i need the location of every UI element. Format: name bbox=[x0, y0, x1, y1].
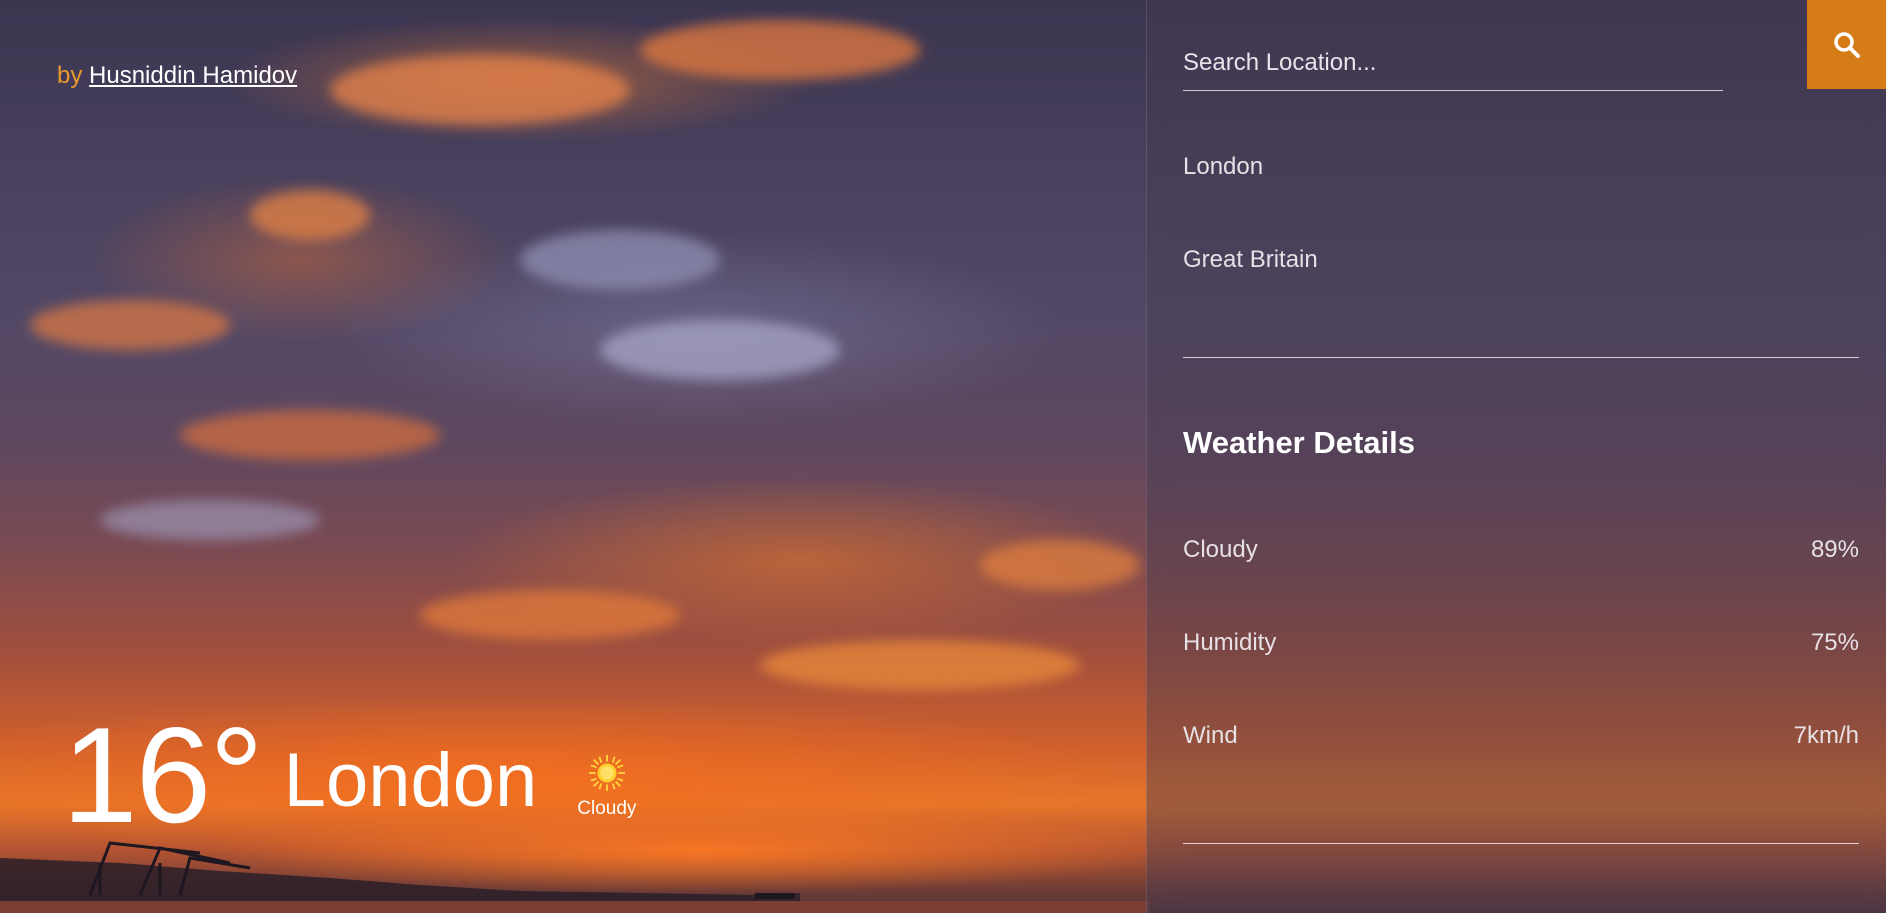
search-icon bbox=[1834, 31, 1860, 58]
detail-value: 75% bbox=[1810, 629, 1859, 656]
sky-cloud bbox=[100, 500, 320, 540]
weather-app: by Husniddin Hamidov 16° London Cloudy S… bbox=[0, 0, 1886, 913]
search-input[interactable] bbox=[1183, 38, 1723, 88]
search-row bbox=[1183, 38, 1723, 91]
current-weather: 16° London Cloudy bbox=[62, 699, 636, 851]
sky-cloud bbox=[600, 320, 840, 380]
divider bbox=[1183, 357, 1859, 358]
location-item-london[interactable]: London bbox=[1183, 145, 1859, 238]
detail-value: 7km/h bbox=[1793, 722, 1859, 749]
weather-details: Cloudy 89% Humidity 75% Wind 7km/h bbox=[1183, 528, 1859, 807]
sky-cloud bbox=[640, 20, 920, 80]
detail-label: Humidity bbox=[1183, 629, 1277, 656]
detail-label: Wind bbox=[1183, 722, 1238, 749]
sky-cloud bbox=[760, 640, 1080, 690]
current-condition: Cloudy bbox=[577, 754, 636, 820]
sky-cloud bbox=[250, 190, 370, 240]
location-item-great-britain[interactable]: Great Britain bbox=[1183, 238, 1859, 331]
sun-icon bbox=[588, 754, 625, 792]
detail-row-cloudy: Cloudy 89% bbox=[1183, 528, 1859, 621]
search-button[interactable] bbox=[1807, 0, 1886, 89]
current-temperature: 16° bbox=[62, 699, 264, 851]
sky-cloud bbox=[420, 590, 680, 640]
sky-cloud bbox=[980, 540, 1140, 590]
sky-cloud bbox=[520, 230, 720, 290]
current-city: London bbox=[283, 738, 538, 823]
side-panel: London Great Britain Weather Details Clo… bbox=[1146, 0, 1886, 913]
sky-cloud bbox=[330, 55, 630, 125]
attribution-prefix: by bbox=[57, 62, 83, 89]
detail-row-wind: Wind 7km/h bbox=[1183, 714, 1859, 807]
detail-value: 89% bbox=[1810, 536, 1859, 563]
detail-label: Cloudy bbox=[1183, 536, 1258, 563]
sky-cloud bbox=[180, 410, 440, 460]
location-list: London Great Britain bbox=[1183, 145, 1859, 331]
current-condition-label: Cloudy bbox=[577, 798, 637, 819]
sky-cloud bbox=[30, 300, 230, 350]
divider bbox=[1183, 843, 1859, 844]
details-title: Weather Details bbox=[1183, 425, 1416, 460]
attribution: by Husniddin Hamidov bbox=[57, 62, 297, 90]
author-link[interactable]: Husniddin Hamidov bbox=[89, 62, 297, 89]
detail-row-humidity: Humidity 75% bbox=[1183, 621, 1859, 714]
